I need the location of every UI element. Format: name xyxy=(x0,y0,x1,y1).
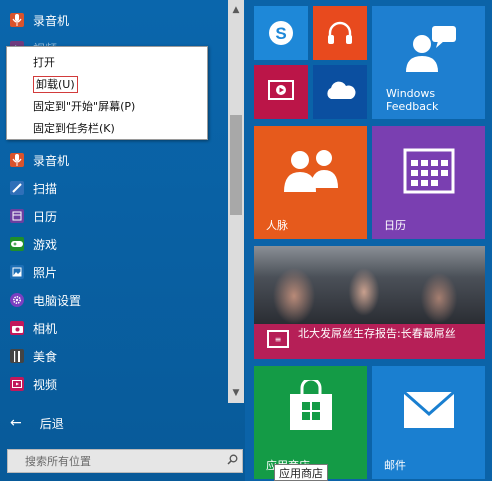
menu-item-open[interactable]: 打开 xyxy=(7,52,207,74)
scroll-down-icon[interactable]: ▼ xyxy=(228,385,244,401)
app-item-scan[interactable]: 扫描 xyxy=(0,174,228,202)
scan-icon xyxy=(10,181,24,195)
onedrive-tile[interactable] xyxy=(313,65,367,119)
app-item-recorder[interactable]: 录音机 xyxy=(0,146,228,174)
calendar-tile[interactable]: 日历 xyxy=(372,126,485,239)
people-tile[interactable]: 人脉 xyxy=(254,126,367,239)
app-item-label: 相机 xyxy=(33,321,58,336)
store-tile[interactable]: 应用商店 xyxy=(254,366,367,479)
photos-icon xyxy=(10,265,24,279)
microphone-icon xyxy=(10,153,24,167)
search-input[interactable] xyxy=(8,450,222,472)
back-label: 后退 xyxy=(39,416,64,431)
microphone-icon xyxy=(10,13,24,27)
app-item-label: 录音机 xyxy=(33,153,70,168)
video-icon xyxy=(10,377,24,391)
app-item-pc-settings[interactable]: 电脑设置 xyxy=(0,286,228,314)
mail-tile[interactable]: 邮件 xyxy=(372,366,485,479)
app-item-label: 扫描 xyxy=(33,181,58,196)
app-list-scrollbar[interactable]: ▲ ▼ xyxy=(228,0,244,403)
app-item-label: 电脑设置 xyxy=(33,293,82,308)
video-tile[interactable] xyxy=(254,65,308,119)
people-label: 人脉 xyxy=(266,219,288,232)
gear-icon xyxy=(10,293,24,307)
app-item-camera[interactable]: 相机 xyxy=(0,314,228,342)
mail-icon xyxy=(372,390,485,430)
app-item-label: 游戏 xyxy=(33,237,58,252)
news-tile[interactable]: ≡ 北大发屌丝生存报告:长春最屌丝 xyxy=(254,246,485,359)
menu-item-pin-to-taskbar[interactable]: 固定到任务栏(K) xyxy=(7,118,207,140)
news-icon: ≡ xyxy=(267,330,289,348)
camera-icon xyxy=(10,321,24,335)
search-icon[interactable] xyxy=(222,454,242,468)
news-photo xyxy=(254,246,485,324)
feedback-icon xyxy=(372,24,485,74)
store-icon xyxy=(254,380,367,432)
windows-feedback-label: Windows Feedback xyxy=(386,87,439,113)
mail-label: 邮件 xyxy=(384,459,406,472)
app-item-calendar[interactable]: 日历 xyxy=(0,202,228,230)
app-item-food[interactable]: 美食 xyxy=(0,342,228,370)
search-box[interactable] xyxy=(7,449,243,473)
app-item-photos[interactable]: 照片 xyxy=(0,258,228,286)
app-item-label: 视频 xyxy=(33,377,58,392)
food-icon xyxy=(10,349,24,363)
news-headline: 北大发屌丝生存报告:长春最屌丝 xyxy=(298,327,456,340)
skype-tile[interactable]: S xyxy=(254,6,308,60)
calendar-icon xyxy=(372,148,485,194)
tooltip: 应用商店 xyxy=(274,464,328,481)
back-button[interactable]: ← 后退 xyxy=(10,412,64,434)
windows-feedback-tile[interactable]: Windows Feedback xyxy=(372,6,485,119)
context-menu: 打开 卸载(U) 固定到"开始"屏幕(P) 固定到任务栏(K) xyxy=(6,46,208,140)
game-controller-icon xyxy=(10,237,24,251)
scroll-up-icon[interactable]: ▲ xyxy=(228,2,244,18)
app-item-games[interactable]: 游戏 xyxy=(0,230,228,258)
app-item-label: 录音机 xyxy=(33,13,70,28)
menu-item-pin-to-start[interactable]: 固定到"开始"屏幕(P) xyxy=(7,96,207,118)
cloud-icon xyxy=(313,81,367,101)
back-arrow-icon: ← xyxy=(10,415,22,431)
app-item-video[interactable]: 视频 xyxy=(0,370,228,398)
app-item-label: 美食 xyxy=(33,349,58,364)
app-item-label: 日历 xyxy=(33,209,58,224)
calendar-label: 日历 xyxy=(384,219,406,232)
music-tile[interactable] xyxy=(313,6,367,60)
menu-item-uninstall[interactable]: 卸载(U) xyxy=(7,74,207,96)
people-icon xyxy=(254,148,367,192)
app-list-panel: 录音机 视频 录音机 扫描 日历 游戏 照片 xyxy=(0,0,245,481)
video-player-icon xyxy=(254,78,308,104)
scrollbar-thumb[interactable] xyxy=(230,115,242,215)
app-item-label: 照片 xyxy=(33,265,58,280)
headphones-icon xyxy=(313,18,367,48)
calendar-icon xyxy=(10,209,24,223)
app-item-recorder[interactable]: 录音机 xyxy=(0,6,228,34)
skype-icon: S xyxy=(254,18,308,48)
svg-text:S: S xyxy=(275,24,286,43)
